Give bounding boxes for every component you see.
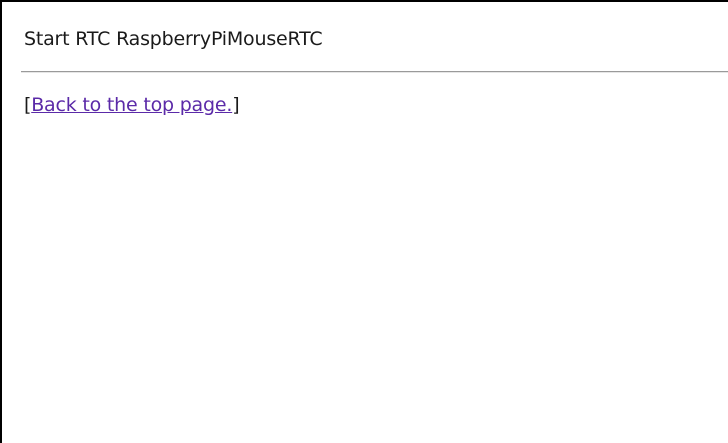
horizontal-rule <box>21 71 728 73</box>
status-message: Start RTC RaspberryPiMouseRTC <box>24 28 323 50</box>
back-link-line: [Back to the top page.] <box>24 94 240 116</box>
back-to-top-link[interactable]: Back to the top page. <box>31 94 232 116</box>
browser-page-frame: Start RTC RaspberryPiMouseRTC [Back to t… <box>0 0 728 443</box>
close-bracket: ] <box>232 94 240 116</box>
